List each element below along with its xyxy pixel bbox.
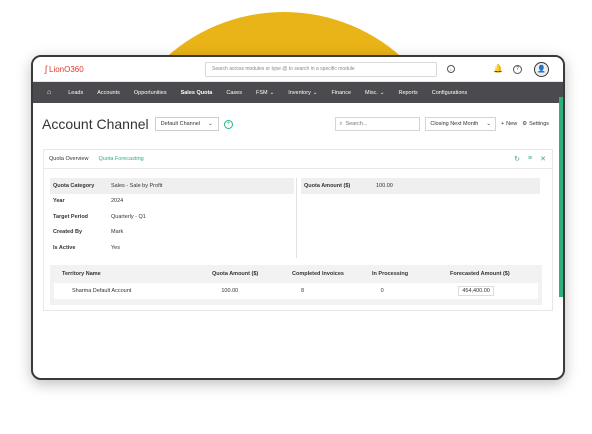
- cell-in-processing: 0: [380, 288, 384, 294]
- cell-territory: Sharma Default Account: [72, 288, 132, 294]
- user-avatar[interactable]: 👤: [534, 61, 549, 77]
- search-input[interactable]: ⌕ Search...: [335, 117, 421, 131]
- column-header: Quota Amount ($): [212, 271, 259, 277]
- nav-item-label: Configurations: [431, 89, 468, 96]
- nav-item-fsm[interactable]: FSM ⌄: [249, 90, 281, 96]
- column-header: Completed Invoices: [292, 271, 344, 277]
- help-icon[interactable]: ?: [513, 64, 522, 74]
- chevron-down-icon: ⌄: [208, 121, 213, 127]
- detail-value: 2024: [111, 198, 124, 205]
- detail-row: Created By Mark: [50, 225, 294, 241]
- details-right: Quota Amount ($) 100.00: [301, 178, 540, 194]
- cell-quota-amount: 100.00: [221, 288, 239, 294]
- nav-item-label: Finance: [331, 89, 352, 96]
- column-header: Forecasted Amount ($): [450, 271, 510, 277]
- detail-label: Year: [53, 198, 65, 205]
- tab-quota-overview[interactable]: Quota Overview: [44, 156, 93, 162]
- nav-item-leads[interactable]: Leads: [61, 90, 90, 96]
- add-view-icon[interactable]: +: [223, 119, 233, 129]
- main-nav: ⌂ Leads Accounts Opportunities Sales Quota C…: [33, 82, 563, 103]
- detail-label: Quota Amount ($): [304, 182, 351, 189]
- detail-label: Is Active: [53, 244, 76, 251]
- detail-value: Yes: [111, 244, 120, 251]
- detail-value: Sales - Sale by Profit: [111, 182, 163, 189]
- divider: [296, 178, 297, 258]
- chevron-down-icon: ⌄: [486, 121, 491, 127]
- tab-bar: Quota Overview Quota Forecasting ↻ ≡ ✕: [44, 150, 552, 169]
- filter-select-value: Closing Next Month: [430, 121, 479, 127]
- nav-item-cases[interactable]: Cases: [219, 90, 249, 96]
- refresh-icon[interactable]: ↻: [514, 155, 520, 163]
- nav-item-misc[interactable]: Misc. ⌄: [358, 90, 391, 96]
- tab-quota-forecasting[interactable]: Quota Forecasting: [93, 156, 148, 162]
- nav-item-sales-quota[interactable]: Sales Quota: [174, 90, 220, 96]
- brand-logo[interactable]: ʃ LionO360: [45, 64, 205, 74]
- view-select-value: Default Channel: [160, 121, 201, 127]
- column-header: In Processing: [372, 271, 409, 277]
- settings-button[interactable]: ⚙ Settings: [522, 121, 549, 127]
- detail-row: Year 2024: [50, 194, 294, 210]
- forecast-table: Territory Name Quota Amount ($) Complete…: [50, 265, 542, 305]
- chevron-down-icon: ⌄: [312, 89, 318, 96]
- forecasted-amount-input[interactable]: 454,400.00: [458, 286, 494, 296]
- info-icon[interactable]: i: [447, 65, 455, 73]
- new-button[interactable]: + New: [501, 121, 517, 127]
- nav-item-accounts[interactable]: Accounts: [90, 90, 127, 96]
- detail-label: Quota Category: [53, 182, 95, 189]
- chevron-down-icon: ⌄: [269, 89, 275, 96]
- detail-label: Target Period: [53, 213, 89, 220]
- plus-icon: +: [500, 121, 505, 127]
- menu-icon[interactable]: ≡: [528, 155, 532, 163]
- nav-item-label: Reports: [398, 89, 418, 96]
- detail-value: Mark: [111, 229, 124, 236]
- cell-completed-invoices: 8: [301, 288, 305, 294]
- view-select[interactable]: Default Channel ⌄: [154, 117, 219, 131]
- search-icon: ⌕: [339, 120, 343, 127]
- page-header: Account Channel Default Channel ⌄ + ⌕ Se…: [33, 109, 563, 139]
- detail-row: Is Active Yes: [50, 240, 294, 256]
- detail-label: Created By: [53, 229, 83, 236]
- logo-mark-icon: ʃ: [45, 64, 47, 74]
- detail-row: Quota Amount ($) 100.00: [301, 178, 540, 194]
- home-icon[interactable]: ⌂: [33, 89, 61, 96]
- settings-label: Settings: [529, 121, 549, 127]
- detail-value: 100.00: [376, 182, 393, 189]
- logo-text: LionO360: [49, 64, 84, 74]
- page-title: Account Channel: [42, 116, 149, 132]
- detail-row: Target Period Quarterly - Q1: [50, 209, 294, 225]
- nav-item-label: Cases: [226, 89, 242, 96]
- search-placeholder: Search...: [345, 121, 368, 127]
- nav-item-label: Misc.: [365, 89, 378, 96]
- nav-item-label: Accounts: [97, 89, 120, 96]
- nav-item-reports[interactable]: Reports: [391, 90, 424, 96]
- nav-item-opportunities[interactable]: Opportunities: [127, 90, 174, 96]
- filter-select[interactable]: Closing Next Month ⌄: [425, 117, 496, 131]
- nav-item-label: Sales Quota: [180, 89, 213, 96]
- table-header: Territory Name Quota Amount ($) Complete…: [50, 265, 542, 283]
- nav-item-label: Inventory: [288, 89, 311, 96]
- nav-item-configurations[interactable]: Configurations: [425, 90, 474, 96]
- nav-item-label: Opportunities: [133, 89, 167, 96]
- nav-item-label: FSM: [255, 89, 268, 96]
- nav-item-inventory[interactable]: Inventory ⌄: [281, 90, 324, 96]
- chevron-down-icon: ⌄: [379, 89, 385, 96]
- column-header: Territory Name: [62, 271, 101, 277]
- new-label: New: [506, 121, 518, 127]
- nav-item-finance[interactable]: Finance: [324, 90, 358, 96]
- scroll-accent[interactable]: [559, 97, 563, 297]
- global-search-input[interactable]: Search across modules or type @ to searc…: [205, 61, 437, 77]
- table-row[interactable]: Sharma Default Account 100.00 8 0 454,40…: [54, 283, 538, 299]
- nav-item-label: Leads: [68, 89, 84, 96]
- bell-icon[interactable]: 🔔: [493, 65, 503, 73]
- detail-row: Quota Category Sales - Sale by Profit: [50, 178, 294, 194]
- app-window: ʃ LionO360 Search across modules or type…: [31, 55, 565, 380]
- top-bar: ʃ LionO360 Search across modules or type…: [33, 57, 563, 82]
- quota-panel: Quota Overview Quota Forecasting ↻ ≡ ✕ Q…: [43, 149, 553, 311]
- details-left: Quota Category Sales - Sale by Profit Ye…: [50, 178, 294, 256]
- close-icon[interactable]: ✕: [540, 155, 546, 163]
- detail-value: Quarterly - Q1: [111, 213, 146, 220]
- gear-icon: ⚙: [522, 121, 528, 127]
